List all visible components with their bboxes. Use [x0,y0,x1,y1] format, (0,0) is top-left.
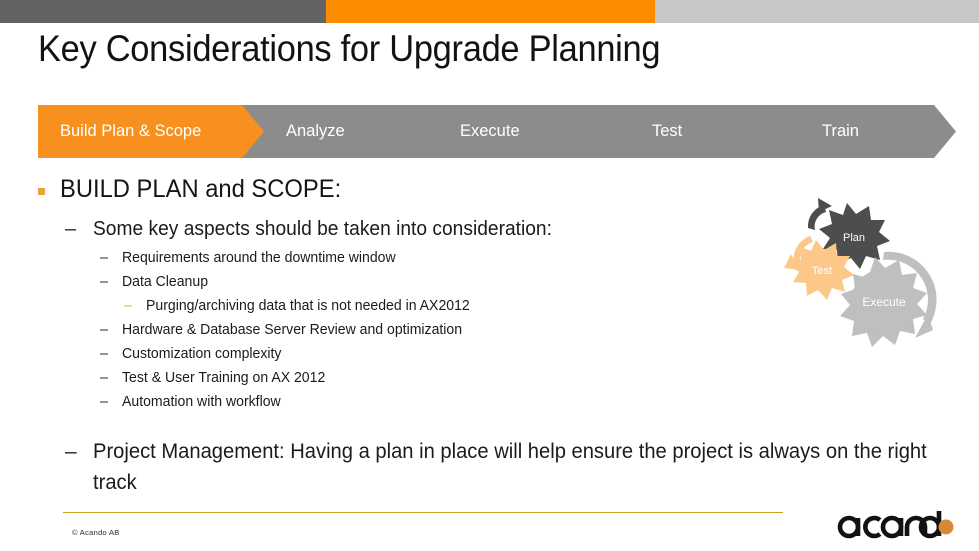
bullet-item-text: Purging/archiving data that is not neede… [146,298,470,314]
bullet-level3-item: – Test & User Training on AX 2012 [100,366,798,390]
slide-title: Key Considerations for Upgrade Planning [38,28,661,69]
slide-body: BUILD PLAN and SCOPE: – Some key aspects… [38,172,927,498]
bullet-level2-lead: – Some key aspects should be taken into … [65,214,798,244]
dash-bullet-icon: – [100,274,109,290]
bullet-level3-item: – Customization complexity [100,342,798,366]
bullet-item-text: Customization complexity [122,346,282,362]
process-chevron-bar: Build Plan & Scope Analyze Execute Test … [38,105,956,158]
bullet-lead-text: Some key aspects should be taken into co… [93,218,552,240]
bullet-level3-item: – Requirements around the downtime windo… [100,246,798,270]
gear-execute-label: Execute [862,295,906,309]
dash-bullet-icon: – [100,394,109,410]
bullet-level4-item: – Purging/archiving data that is not nee… [124,294,798,318]
dash-bullet-icon: – [65,218,77,240]
bullet-level3-item: – Automation with workflow [100,390,798,414]
arrow-dark-icon [807,198,832,230]
process-step-analyze[interactable]: Analyze [286,105,345,158]
gear-test-label: Test [812,265,832,277]
bullet-heading-text: BUILD PLAN and SCOPE: [60,175,342,203]
bullet-item-text: Data Cleanup [122,274,209,290]
process-gears-graphic: Plan Test Execute [772,192,972,352]
bullet-level1-heading: BUILD PLAN and SCOPE: [38,172,798,208]
top-color-band [0,0,979,23]
bullet-level3-item: – Hardware & Database Server Review and … [100,318,798,342]
process-step-test[interactable]: Test [652,105,682,158]
process-step-train[interactable]: Train [822,105,859,158]
bullet-item-text: Test & User Training on AX 2012 [122,370,326,386]
bullet-item-text: Hardware & Database Server Review and op… [122,322,463,338]
logo-accent-dot [938,519,954,535]
bullet-item-text: Automation with workflow [122,394,281,410]
dash-bullet-icon: – [100,346,109,362]
orange-dash-bullet-icon: – [124,298,133,314]
dash-bullet-icon: – [100,250,109,266]
dash-bullet-icon: – [100,370,109,386]
top-band-light-segment [655,0,979,23]
copyright-text: © Acando AB [72,528,120,537]
dash-bullet-icon: – [65,440,77,463]
bullet-final-text: Project Management: Having a plan in pla… [93,440,927,494]
process-step-build-plan-scope[interactable]: Build Plan & Scope [60,105,201,158]
dash-bullet-icon: – [100,322,109,338]
gear-plan-label: Plan [843,232,865,244]
top-band-orange-segment [326,0,655,23]
footer-divider [63,512,783,513]
process-step-execute[interactable]: Execute [460,105,520,158]
acando-logo [836,510,954,542]
square-bullet-icon [38,172,60,208]
bullet-item-text: Requirements around the downtime window [122,250,396,266]
top-band-dark-segment [0,0,326,23]
bullet-final-paragraph: – Project Management: Having a plan in p… [65,436,979,498]
bullet-level3-item: – Data Cleanup [100,270,798,294]
